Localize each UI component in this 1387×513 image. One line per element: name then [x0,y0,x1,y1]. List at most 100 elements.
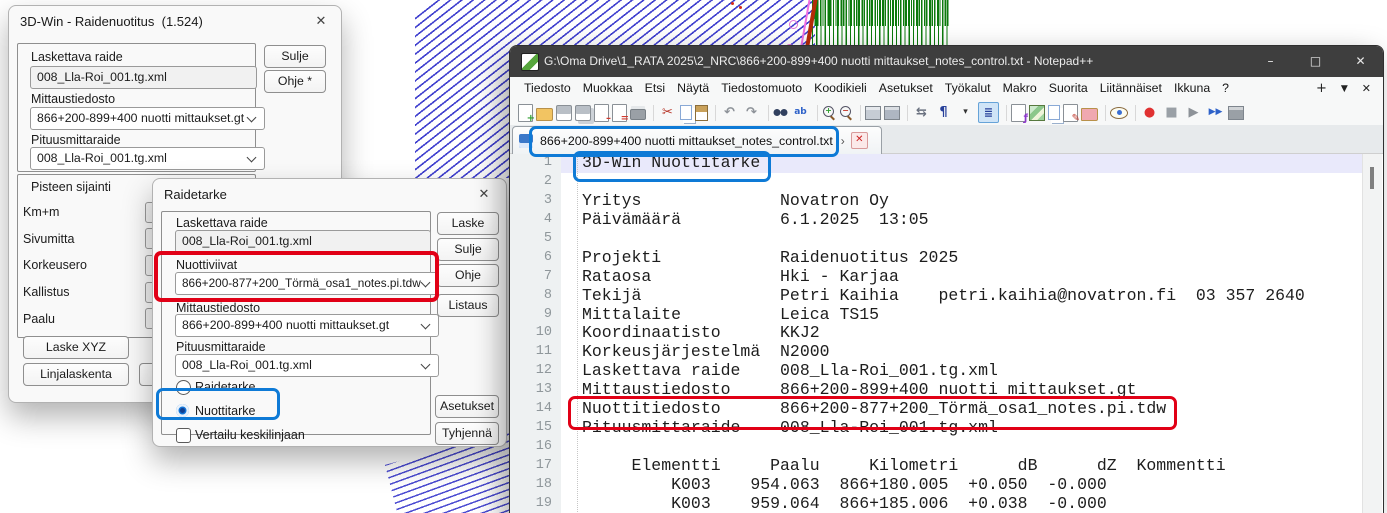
menu-item[interactable]: Ikkuna [1168,77,1216,100]
macro-save-icon[interactable] [1228,106,1244,120]
maximize-button[interactable]: □ [1293,46,1338,77]
macro-play-icon[interactable]: ▶ [1184,103,1203,122]
minimize-button[interactable]: – [1248,46,1293,77]
editor-line[interactable]: 12Laskettava raide 008_Lla-Roi_001.tg.xm… [510,362,1363,381]
ohje-button[interactable]: Ohje [437,264,499,287]
cut-icon[interactable]: ✂ [658,103,677,122]
menu-item[interactable]: Asetukset [873,77,939,100]
laske-xyz-button[interactable]: Laske XYZ [23,336,129,359]
editor-line[interactable]: 4Päivämäärä 6.1.2025 13:05 [510,211,1363,230]
menu-item[interactable]: Liitännäiset [1094,77,1168,100]
word-wrap-icon[interactable]: ⇆ [912,103,931,122]
document-list-icon[interactable] [1048,105,1060,120]
editor-line[interactable]: 14Nuottitiedosto 866+200-877+200_Törmä_o… [510,400,1363,419]
mittaustiedosto-combobox[interactable]: 866+200-899+400 nuotti mittaukset.gt [30,107,265,130]
editor-line[interactable]: 9Mittalaite Leica TS15 [510,306,1363,325]
editor-line[interactable]: 3Yritys Novatron Oy [510,192,1363,211]
close-button[interactable]: ✕ [1338,46,1383,77]
editor-line[interactable]: 5 [510,230,1363,249]
line-number: 4 [510,211,561,230]
editor-line[interactable]: 6Projekti Raidenuotitus 2025 [510,249,1363,268]
paste-icon[interactable] [695,105,708,121]
tyhjenna-button[interactable]: Tyhjennä [435,422,499,445]
open-folder-icon[interactable] [536,108,553,121]
editor-line[interactable]: 8Tekijä Petri Kaihia petri.kaihia@novatr… [510,287,1363,306]
linjalaskenta-button[interactable]: Linjalaskenta [23,363,129,386]
editor-line[interactable]: 11Korkeusjärjestelmä N2000 [510,343,1363,362]
editor-line[interactable]: 19 K003 959.064 866+185.006 +0.038 -0.00… [510,495,1363,513]
macro-edit-icon[interactable]: ✎ [1063,104,1078,122]
editor-line[interactable]: 18 K003 954.063 866+180.005 +0.050 -0.00… [510,476,1363,495]
tab-notes-control[interactable]: 866+200-899+400 nuotti mittaukset_notes_… [512,126,882,154]
menu-item[interactable]: Näytä [671,77,715,100]
menu-item[interactable]: Työkalut [939,77,997,100]
editor-line[interactable]: 7Rataosa Hki - Karjaa [510,268,1363,287]
scrollbar-thumb[interactable] [1370,167,1374,189]
toolbar-caret-icon[interactable]: ▾ [956,103,975,122]
close-doc-icon[interactable]: – [594,104,609,122]
zoom-in-icon[interactable]: + [822,106,836,120]
menu-item[interactable]: Makro [997,77,1043,100]
asetukset-button[interactable]: Asetukset [435,395,499,418]
function-list-icon[interactable]: ƒ [1011,104,1026,122]
indent-guide-icon[interactable]: ≣ [978,102,999,123]
menu-item[interactable]: Tiedostomuoto [715,77,808,100]
menu-close-icon[interactable]: ✕ [1362,82,1371,95]
editor-line[interactable]: 13D-Win Nuottitarke [510,154,1363,173]
editor-line[interactable]: 2 [510,173,1363,192]
editor-line[interactable]: 16 [510,438,1363,457]
titlebar[interactable]: G:\Oma Drive\1_RATA 2025\2_NRC\866+200-8… [510,46,1383,77]
menu-item[interactable]: Tiedosto [518,77,577,100]
monitoring-eye-icon[interactable] [1110,107,1128,119]
macro-run-multi-icon[interactable]: ▶▶ [1206,103,1225,122]
raidetarke-radio[interactable] [176,380,191,395]
zoom-out-icon[interactable]: − [839,106,853,120]
close-icon[interactable]: ✕ [309,12,333,32]
editor-line[interactable]: 10Koordinaatisto KKJ2 [510,324,1363,343]
sulje-button[interactable]: Sulje [437,238,499,261]
find-icon[interactable] [773,108,788,117]
laske-button[interactable]: Laske [437,212,499,235]
sulje-button[interactable]: Sulje [264,45,326,68]
editor-line[interactable]: 15Pituusmittaraide 008_Lla-Roi_001.tg.xm… [510,419,1363,438]
menu-item[interactable]: Suorita [1043,77,1094,100]
editor-line[interactable]: 13Mittaustiedosto 866+200-899+400 nuotti… [510,381,1363,400]
new-instance-icon[interactable]: + [1316,81,1327,96]
pituusmittaraide-combobox[interactable]: 008_Lla-Roi_001.tg.xml [30,147,265,170]
document-map-icon[interactable] [1029,105,1045,121]
print-icon[interactable] [630,109,646,120]
undo-icon[interactable]: ↶ [720,103,739,122]
menu-item[interactable]: ? [1216,77,1235,100]
editor-line[interactable]: 17 Elementti Paalu Kilometri dB dZ Komme… [510,457,1363,476]
menu-item[interactable]: Muokkaa [577,77,639,100]
mittaustiedosto-combobox[interactable]: 866+200-899+400 nuotti mittaukset.gt [175,314,439,337]
windows-dialog-icon[interactable] [884,106,900,120]
save-icon[interactable] [556,105,572,121]
replace-icon[interactable]: ab [791,103,810,122]
macro-stop-icon[interactable]: ■ [1162,103,1181,122]
folder-workspace-icon[interactable] [1081,108,1098,121]
pituusmittaraide-combobox[interactable]: 008_Lla-Roi_001.tg.xml [175,354,439,377]
macro-record-icon[interactable]: ● [1140,103,1159,122]
doclist-caret-icon[interactable]: ▼ [1341,84,1348,94]
nuottiviivat-combobox[interactable]: 866+200-877+200_Törmä_osa1_notes.pi.tdw [175,272,439,295]
nuottitarke-radio[interactable] [176,404,189,417]
vertical-scrollbar[interactable] [1362,154,1382,513]
close-all-docs-icon[interactable]: = [612,104,627,122]
ohje-button[interactable]: Ohje * [264,70,326,93]
tab-close-icon[interactable]: ✕ [851,132,868,149]
save-all-icon[interactable] [575,105,591,121]
listaus-button[interactable]: Listaus [437,294,499,317]
show-all-characters-icon[interactable]: ¶ [934,103,953,122]
menu-item[interactable]: Koodikieli [808,77,873,100]
copy-icon[interactable] [680,105,692,120]
menu-item[interactable]: Etsi [639,77,672,100]
redo-icon[interactable]: ↷ [742,103,761,122]
editor[interactable]: 13D-Win Nuottitarke23Yritys Novatron Oy4… [510,154,1363,513]
files-group: Laskettava raide 008_Lla-Roi_001.tg.xml … [17,43,256,172]
vertailu-checkbox[interactable] [176,428,191,443]
close-icon[interactable]: ✕ [472,185,496,205]
new-file-icon[interactable]: + [518,104,533,122]
window-title: G:\Oma Drive\1_RATA 2025\2_NRC\866+200-8… [544,54,1093,68]
restore-windows-icon[interactable] [865,106,881,120]
